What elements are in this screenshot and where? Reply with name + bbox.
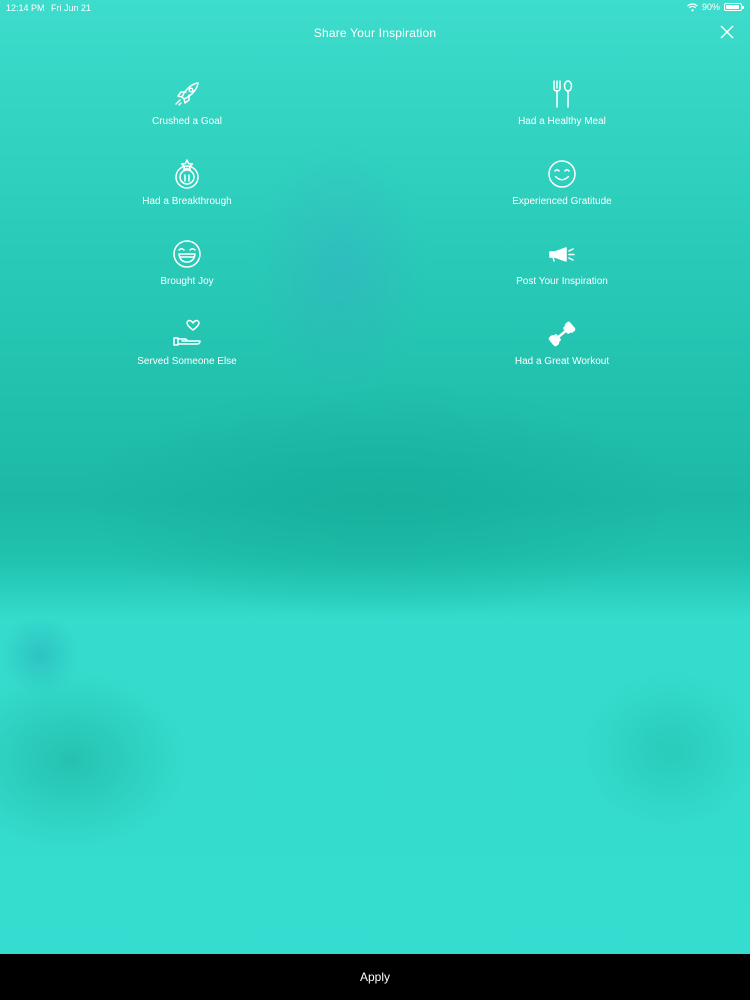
inspiration-label: Had a Great Workout: [514, 356, 610, 367]
inspiration-label: Experienced Gratitude: [512, 196, 612, 207]
inspiration-breakthrough[interactable]: Had a Breakthrough: [87, 158, 287, 208]
battery-level: [726, 5, 739, 9]
smile-icon: [548, 160, 576, 188]
inspiration-gratitude[interactable]: Experienced Gratitude: [462, 158, 662, 208]
megaphone-icon: [549, 247, 575, 262]
dumbbell-icon: [548, 321, 576, 347]
laughing-face-icon: [173, 240, 201, 268]
status-bar: 12:14 PM Fri Jun 21 90%: [0, 0, 750, 16]
inspiration-label: Served Someone Else: [137, 356, 237, 367]
rocket-icon: [175, 82, 199, 106]
inspiration-served-someone[interactable]: Served Someone Else: [87, 318, 287, 368]
status-date: Fri Jun 21: [51, 3, 92, 13]
battery-percent: 90%: [701, 2, 720, 12]
hand-heart-icon: [173, 319, 201, 346]
apply-button[interactable]: Apply: [0, 954, 750, 1000]
battery-icon: [724, 3, 744, 11]
close-icon[interactable]: [719, 24, 735, 40]
inspiration-healthy-meal[interactable]: Had a Healthy Meal: [462, 78, 662, 128]
status-time: 12:14 PM: [6, 3, 45, 13]
page-title: Share Your Inspiration: [313, 26, 437, 40]
inspiration-workout[interactable]: Had a Great Workout: [462, 318, 662, 368]
inspiration-label: Brought Joy: [160, 276, 214, 287]
inspiration-label: Had a Breakthrough: [142, 196, 232, 207]
inspiration-label: Crushed a Goal: [151, 116, 223, 127]
inspiration-crushed-goal[interactable]: Crushed a Goal: [87, 78, 287, 128]
inspiration-label: Post Your Inspiration: [516, 276, 608, 287]
inspiration-brought-joy[interactable]: Brought Joy: [87, 238, 287, 288]
blurred-background: [0, 0, 750, 1000]
apply-button-label: Apply: [359, 970, 391, 984]
wifi-icon: [687, 2, 698, 11]
fork-spoon-icon: [553, 80, 573, 108]
breakthrough-icon: [175, 159, 199, 189]
status-right: 90%: [687, 2, 744, 12]
inspiration-label: Had a Healthy Meal: [518, 116, 606, 127]
inspiration-post[interactable]: Post Your Inspiration: [462, 238, 662, 288]
